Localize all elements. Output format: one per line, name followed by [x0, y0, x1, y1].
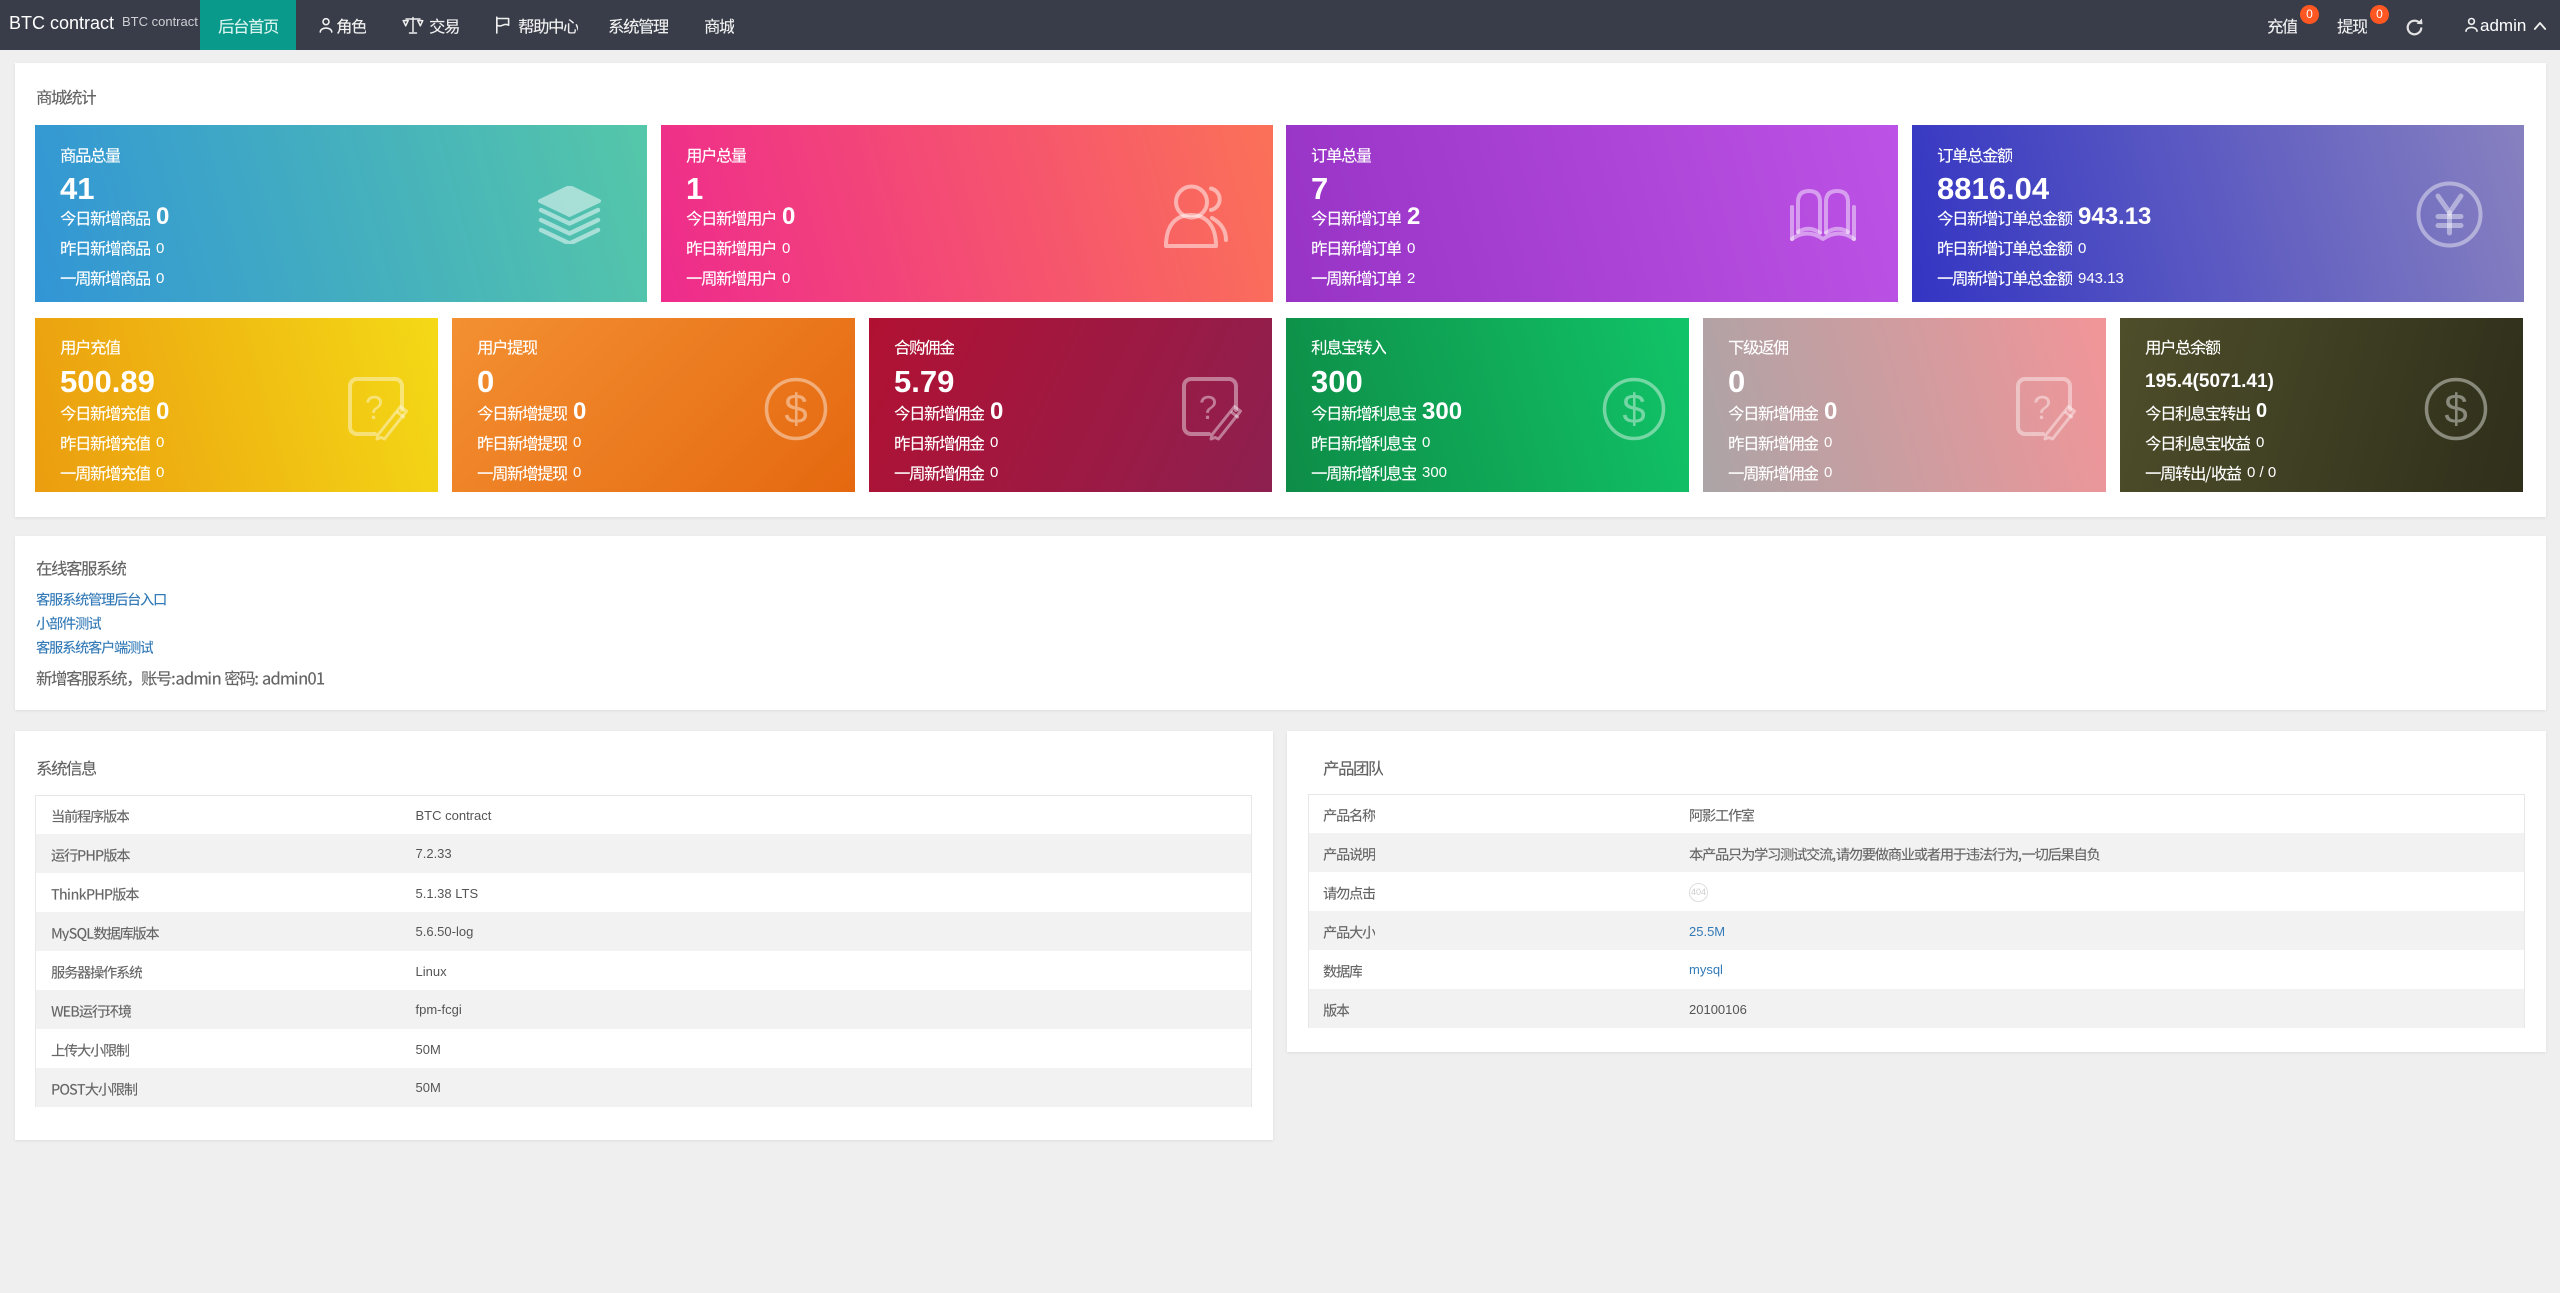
svg-text:$: $ [1622, 385, 1645, 432]
svg-text:$: $ [784, 385, 807, 432]
svg-text:?: ? [365, 389, 383, 426]
svg-text:?: ? [1199, 389, 1217, 426]
svg-text:?: ? [2033, 389, 2051, 426]
svg-text:$: $ [2444, 385, 2467, 432]
